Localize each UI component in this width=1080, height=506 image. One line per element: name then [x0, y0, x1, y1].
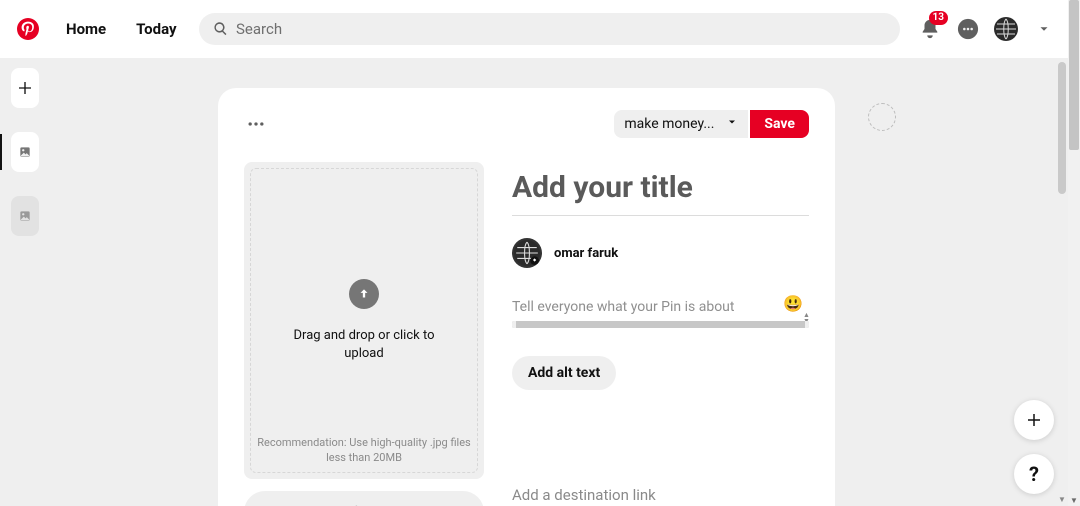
author-name: omar faruk: [554, 246, 618, 261]
upload-icon: [349, 279, 379, 309]
destination-link-input[interactable]: [512, 486, 809, 506]
search-bar[interactable]: [199, 13, 900, 45]
account-menu-button[interactable]: [1032, 17, 1056, 41]
fab-stack: ?: [1014, 400, 1054, 494]
search-icon: [213, 21, 228, 37]
header-right: make money... Save: [614, 110, 809, 138]
dropzone-recommendation: Recommendation: Use high-quality .jpg fi…: [256, 436, 472, 465]
pin-composer-card: make money... Save Drag and drop or clic…: [218, 88, 835, 506]
author-avatar[interactable]: [512, 238, 542, 268]
composer-body: Drag and drop or click to upload Recomme…: [244, 162, 809, 506]
inner-scrollbar-thumb[interactable]: [1058, 62, 1066, 194]
author-row: omar faruk: [512, 238, 809, 268]
pin-thumb-active[interactable]: [11, 132, 39, 172]
inner-scrollbar[interactable]: ▼: [1058, 58, 1068, 506]
window-scroll-down-icon[interactable]: ▼: [1068, 494, 1080, 506]
nav-today[interactable]: Today: [128, 10, 184, 48]
more-options-button[interactable]: [244, 112, 268, 136]
title-input[interactable]: [512, 168, 809, 216]
save-from-site-button[interactable]: Save from site: [244, 491, 484, 506]
pin-thumb-inactive[interactable]: [11, 196, 39, 236]
notifications-button[interactable]: 13: [918, 17, 942, 41]
description-input[interactable]: [512, 299, 809, 315]
top-bar: Home Today 13: [0, 0, 1068, 58]
page-body: make money... Save Drag and drop or clic…: [0, 58, 1080, 506]
left-rail: [11, 68, 39, 236]
progress-tracker-icon: [868, 103, 896, 131]
description-wrap: 😃 ▲▼: [512, 296, 809, 328]
add-alt-text-button[interactable]: Add alt text: [512, 356, 616, 390]
add-pin-button[interactable]: [11, 68, 39, 108]
upload-dropzone[interactable]: Drag and drop or click to upload Recomme…: [244, 162, 484, 479]
emoji-icon[interactable]: 😃: [783, 294, 803, 313]
left-column: Drag and drop or click to upload Recomme…: [244, 162, 484, 506]
description-scrollbar[interactable]: [512, 321, 809, 328]
window-scrollbar[interactable]: ▼: [1068, 0, 1080, 506]
window-scrollbar-thumb[interactable]: [1069, 0, 1079, 150]
dropzone-text: Drag and drop or click to upload: [289, 327, 439, 362]
board-select-label: make money...: [624, 116, 714, 132]
search-input[interactable]: [236, 20, 886, 38]
fab-add-button[interactable]: [1014, 400, 1054, 440]
save-button[interactable]: Save: [750, 110, 809, 138]
top-icons: 13: [918, 17, 1056, 41]
notification-badge: 13: [929, 11, 948, 25]
board-select[interactable]: make money...: [614, 110, 748, 138]
right-column: omar faruk 😃 ▲▼ Add alt text: [512, 162, 809, 506]
messages-button[interactable]: [956, 17, 980, 41]
composer-header: make money... Save: [244, 110, 809, 138]
chevron-down-icon: [726, 116, 738, 132]
pinterest-logo-icon[interactable]: [16, 17, 40, 41]
profile-avatar[interactable]: [994, 17, 1018, 41]
dropzone-border: [250, 168, 478, 473]
fab-help-button[interactable]: ?: [1014, 454, 1054, 494]
inner-scroll-down-icon[interactable]: ▼: [1058, 494, 1066, 504]
nav-home[interactable]: Home: [58, 10, 114, 48]
